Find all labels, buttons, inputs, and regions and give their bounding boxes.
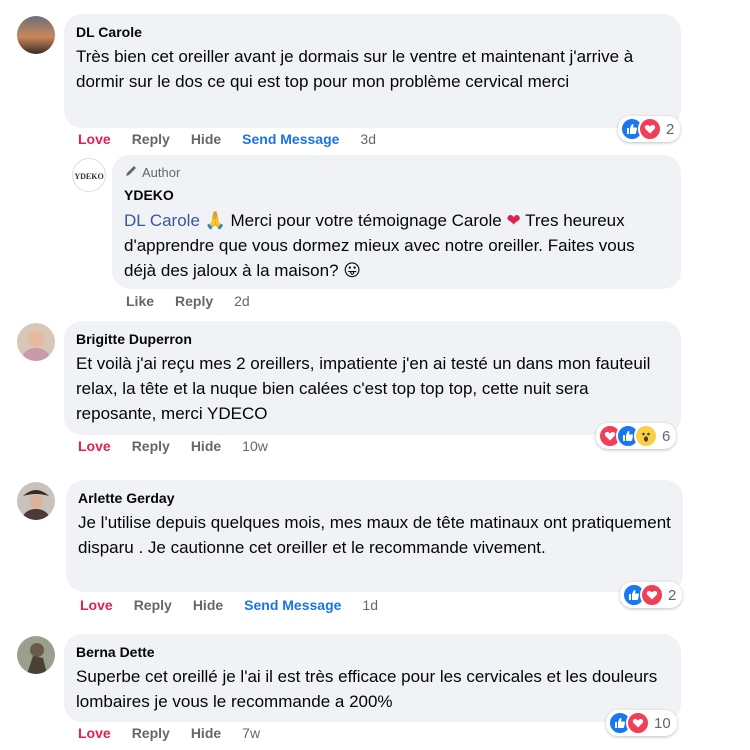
hide-button[interactable]: Hide: [193, 597, 223, 613]
author-label: Author: [142, 165, 181, 180]
comment-timestamp[interactable]: 3d: [360, 131, 376, 147]
reaction-summary[interactable]: 10: [606, 710, 677, 736]
love-icon: [640, 583, 664, 607]
comment-bubble: Author YDEKO DL Carole 🙏 Merci pour votr…: [112, 155, 681, 289]
comment-text-part: Merci pour votre témoignage Carole: [225, 211, 507, 230]
comment-actions: Love Reply Hide 7w: [78, 725, 281, 741]
comment-author-name[interactable]: Berna Dette: [76, 643, 669, 661]
reaction-count: 10: [654, 714, 671, 732]
comment-timestamp[interactable]: 1d: [362, 597, 378, 613]
comment-actions: Like Reply 2d: [126, 293, 271, 309]
reaction-summary[interactable]: 2: [618, 116, 681, 142]
comment-text: DL Carole 🙏 Merci pour votre témoignage …: [124, 208, 669, 283]
comment-text: Et voilà j'ai reçu mes 2 oreillers, impa…: [76, 354, 651, 423]
comment-author-name[interactable]: YDEKO: [124, 186, 669, 204]
love-button[interactable]: Love: [80, 597, 113, 613]
like-button[interactable]: Like: [126, 293, 154, 309]
comment-text: Très bien cet oreiller avant je dormais …: [76, 47, 634, 91]
wow-icon: [634, 424, 658, 448]
avatar-photo: [17, 636, 55, 674]
avatar[interactable]: YDEKO: [72, 158, 106, 192]
mention-link[interactable]: DL Carole: [124, 211, 200, 230]
reaction-count: 2: [668, 586, 677, 604]
tongue-face-icon: 😛: [343, 261, 361, 280]
hide-button[interactable]: Hide: [191, 438, 221, 454]
avatar-photo: [17, 482, 55, 520]
reply-button[interactable]: Reply: [132, 725, 170, 741]
comment-actions: Love Reply Hide Send Message 3d: [78, 131, 397, 147]
comment-bubble: Arlette Gerday Je l'utilise depuis quelq…: [66, 480, 683, 592]
reply-button[interactable]: Reply: [132, 438, 170, 454]
comment-actions: Love Reply Hide 10w: [78, 438, 289, 454]
send-message-button[interactable]: Send Message: [244, 597, 341, 613]
comment-actions: Love Reply Hide Send Message 1d: [80, 597, 399, 613]
comment-bubble: DL Carole Très bien cet oreiller avant j…: [64, 14, 681, 128]
avatar-photo: [17, 323, 55, 361]
comment-author-name[interactable]: Arlette Gerday: [78, 489, 671, 507]
comment-text: Je l'utilise depuis quelques mois, mes m…: [78, 513, 671, 557]
reaction-count: 6: [662, 427, 671, 445]
comment-text: Superbe cet oreillé je l'ai il est très …: [76, 667, 658, 711]
author-badge: Author: [124, 164, 669, 182]
comment-timestamp[interactable]: 2d: [234, 293, 250, 309]
avatar[interactable]: [17, 16, 55, 54]
love-icon: [626, 711, 650, 735]
avatar[interactable]: [17, 482, 55, 520]
hide-button[interactable]: Hide: [191, 725, 221, 741]
hide-button[interactable]: Hide: [191, 131, 221, 147]
avatar[interactable]: [17, 636, 55, 674]
red-heart-icon: ❤: [506, 211, 521, 230]
avatar[interactable]: [17, 323, 55, 361]
pencil-icon: [124, 164, 138, 182]
love-button[interactable]: Love: [78, 438, 111, 454]
svg-text:YDEKO: YDEKO: [74, 172, 103, 181]
reply-button[interactable]: Reply: [175, 293, 213, 309]
comment-author-name[interactable]: DL Carole: [76, 23, 669, 41]
comment-bubble: Brigitte Duperron Et voilà j'ai reçu mes…: [64, 321, 681, 435]
love-button[interactable]: Love: [78, 131, 111, 147]
reaction-summary[interactable]: 2: [620, 582, 683, 608]
love-icon: [638, 117, 662, 141]
avatar-sunset-image: [17, 16, 55, 54]
love-button[interactable]: Love: [78, 725, 111, 741]
comment-timestamp[interactable]: 10w: [242, 438, 268, 454]
comment-timestamp[interactable]: 7w: [242, 725, 260, 741]
reaction-count: 2: [666, 120, 675, 138]
praying-hands-icon: 🙏: [199, 211, 226, 230]
comment-author-name[interactable]: Brigitte Duperron: [76, 330, 669, 348]
reply-button[interactable]: Reply: [132, 131, 170, 147]
reaction-summary[interactable]: 6: [596, 423, 677, 449]
reply-button[interactable]: Reply: [134, 597, 172, 613]
comment-bubble: Berna Dette Superbe cet oreillé je l'ai …: [64, 634, 681, 722]
ydeko-logo: YDEKO: [74, 172, 103, 181]
send-message-button[interactable]: Send Message: [242, 131, 339, 147]
